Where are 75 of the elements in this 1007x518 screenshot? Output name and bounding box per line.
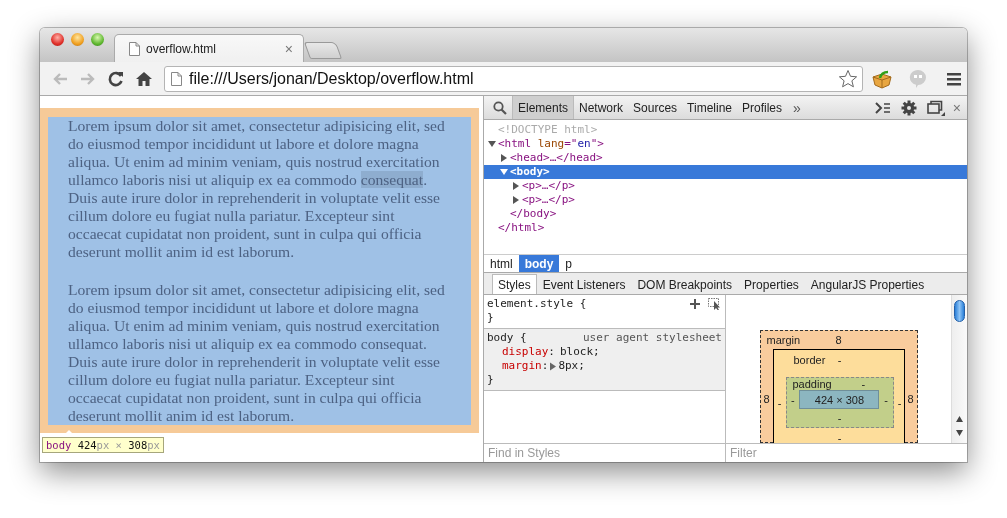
breadcrumb[interactable]: body <box>518 255 560 272</box>
css-selector: element.style { <box>487 297 587 311</box>
close-window-button[interactable] <box>51 33 64 46</box>
star-icon[interactable] <box>838 68 858 89</box>
css-brace: } <box>487 311 494 324</box>
expand-triangle-icon[interactable] <box>512 196 520 204</box>
tab-title: overflow.html <box>146 41 218 56</box>
sidebar-tab[interactable]: DOM Breakpoints <box>631 274 739 294</box>
more-tabs-button[interactable]: » <box>787 99 807 116</box>
box-value: - <box>837 412 842 424</box>
closing-tag: </body> <box>510 207 557 221</box>
expand-triangle-icon[interactable] <box>512 182 520 190</box>
menu-icon[interactable] <box>947 71 961 86</box>
box-value: - <box>837 354 842 366</box>
box-icon[interactable] <box>871 68 893 89</box>
expand-triangle-icon[interactable] <box>549 361 558 371</box>
box-label: padding <box>792 378 832 390</box>
dock-icon[interactable] <box>926 99 945 116</box>
box-value: 8 <box>906 393 915 405</box>
address-bar[interactable]: file:///Users/jonan/Desktop/overflow.html <box>164 65 863 92</box>
browser-tab[interactable]: overflow.html × <box>114 34 304 62</box>
box-value: - <box>896 396 903 409</box>
box-value: - <box>883 393 889 406</box>
settings-icon[interactable] <box>900 99 917 116</box>
css-property: margin: <box>502 359 549 373</box>
element-tooltip: body 424px × 308px <box>42 437 164 453</box>
box-label: border <box>793 353 826 368</box>
page-icon <box>129 41 140 56</box>
paragraph: Lorem ipsum dolor sit amet, consectetur adipisicing elit, sed do eiusmod tempor incididunt ut labore et dolore magna aliqua. Ut enim ad minim veniam, quis nostrud exercitation ullamco laboris nisi ut aliquip ex ea commodo consequat. Duis aute irure dolor in reprehenderit in voluptate velit esse cillum dolore eu fugiat nulla pariatur. Excepteur sint occaecat cupidatat non proident, sunt in culpa qui officia deserunt mollit anim id est laborum. <box>68 117 446 261</box>
box-value: - <box>790 393 796 406</box>
css-value: 8px; <box>558 359 585 373</box>
box-value: - <box>776 396 783 409</box>
css-value: block; <box>560 345 600 359</box>
page-icon <box>171 71 182 86</box>
devtools-tab[interactable]: Network <box>574 96 629 119</box>
box-label: margin <box>766 333 801 348</box>
dom-node[interactable]: <p>…</p> <box>484 179 967 193</box>
scrollbar[interactable] <box>951 295 967 443</box>
find-in-styles-field[interactable]: Find in Styles <box>484 446 725 460</box>
plus-icon[interactable] <box>690 299 700 309</box>
close-tab-button[interactable]: × <box>284 40 293 57</box>
expand-triangle-icon[interactable] <box>488 140 496 148</box>
devtools-tab[interactable]: Sources <box>628 96 683 119</box>
expand-triangle-icon[interactable] <box>500 168 508 176</box>
close-button[interactable]: × <box>949 99 967 116</box>
css-brace: } <box>487 373 494 386</box>
scrollbar-thumb[interactable] <box>954 300 965 322</box>
dom-node[interactable]: <body> <box>484 165 967 179</box>
expand-triangle-icon[interactable] <box>500 154 508 162</box>
content-box: 424 × 308 <box>799 390 880 409</box>
paragraph: Lorem ipsum dolor sit amet, consectetur adipisicing elit, sed do eiusmod tempor incididunt ut labore et dolore magna aliqua. Ut enim ad minim veniam, quis nostrud exercitation ullamco laboris nisi ut aliquip ex ea commodo consequat. Duis aute irure dolor in reprehenderit in voluptate velit esse cillum dolore eu fugiat nulla pariatur. Excepteur sint occaecat cupidatat non proident, sunt in culpa qui officia deserunt mollit anim id est laborum. <box>68 281 446 425</box>
breadcrumb[interactable]: html <box>484 255 519 272</box>
devtools-tab[interactable]: Profiles <box>737 96 787 119</box>
dom-node[interactable]: <html lang="en"> <box>484 137 967 151</box>
devtools-tab[interactable]: Timeline <box>682 96 737 119</box>
css-property: display: <box>502 345 555 359</box>
console-icon[interactable] <box>874 101 891 114</box>
dom-node[interactable]: <head>…</head> <box>484 151 967 165</box>
box-value: 8 <box>762 393 771 405</box>
breadcrumb[interactable]: p <box>559 255 579 272</box>
css-selector: body { <box>487 331 527 345</box>
dom-node[interactable]: <p>…</p> <box>484 193 967 207</box>
sidebar-tab[interactable]: AngularJS Properties <box>804 274 931 294</box>
box-value: 8 <box>835 334 842 346</box>
sidebar-tab[interactable]: Event Listeners <box>536 274 632 294</box>
sidebar-tab[interactable]: Properties <box>738 274 805 294</box>
element-state-icon[interactable] <box>708 298 722 310</box>
box-value: - <box>837 432 842 443</box>
stylesheet-source: user agent stylesheet <box>582 331 722 345</box>
box-value: - <box>861 378 866 390</box>
sidebar-tab[interactable]: Styles <box>492 274 537 294</box>
search-icon[interactable] <box>493 100 507 115</box>
devtools-tab[interactable]: Elements <box>512 96 575 119</box>
closing-tag: </html> <box>498 221 545 235</box>
filter-field[interactable]: Filter <box>726 446 967 460</box>
